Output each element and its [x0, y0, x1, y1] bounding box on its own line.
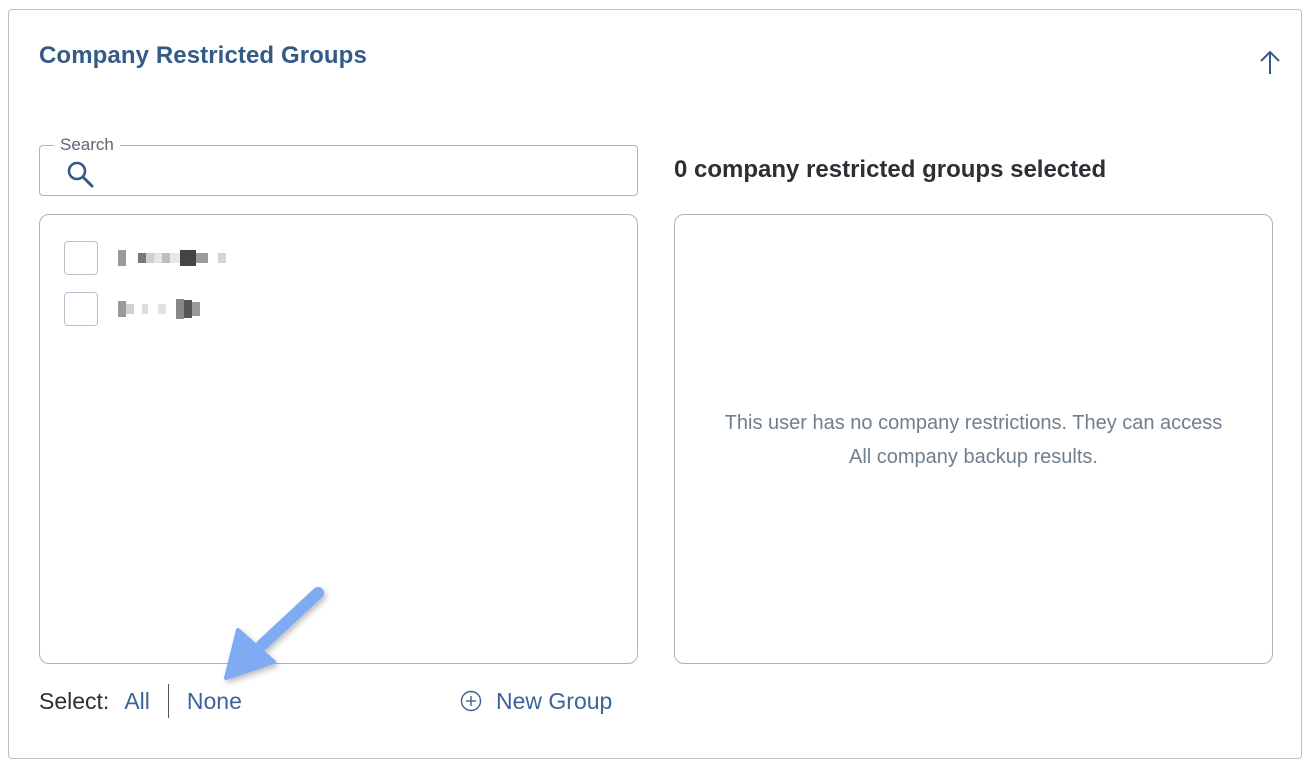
divider [167, 684, 169, 718]
arrow-up-icon[interactable] [1255, 46, 1285, 80]
group-checkbox[interactable] [64, 241, 98, 275]
select-label: Select: [39, 687, 110, 714]
search-label: Search [54, 135, 120, 155]
select-all-link[interactable]: All [124, 688, 150, 715]
panel-title: Company Restricted Groups [39, 42, 367, 69]
new-group-button[interactable]: New Group [460, 684, 612, 718]
search-icon [67, 161, 94, 188]
new-group-label: New Group [496, 687, 613, 714]
empty-state-line-1: This user has no company restrictions. T… [724, 412, 1223, 434]
empty-state-message: This user has no company restrictions. T… [675, 406, 1272, 474]
selected-count-heading: 0 company restricted groups selected [674, 156, 1107, 183]
list-item[interactable] [64, 290, 200, 328]
redacted-group-name [118, 299, 200, 319]
group-checkbox[interactable] [64, 292, 98, 326]
select-none-link[interactable]: None [187, 688, 242, 715]
select-controls: Select: All None [39, 684, 242, 718]
plus-circle-icon [460, 690, 482, 712]
selected-groups-panel: This user has no company restrictions. T… [674, 214, 1273, 664]
empty-state-line-2: All company backup results. [848, 446, 1098, 468]
search-field[interactable]: Search [39, 135, 638, 196]
available-groups-list [39, 214, 638, 664]
redacted-group-name [118, 248, 226, 268]
list-item[interactable] [64, 239, 226, 277]
search-input[interactable] [106, 156, 625, 190]
